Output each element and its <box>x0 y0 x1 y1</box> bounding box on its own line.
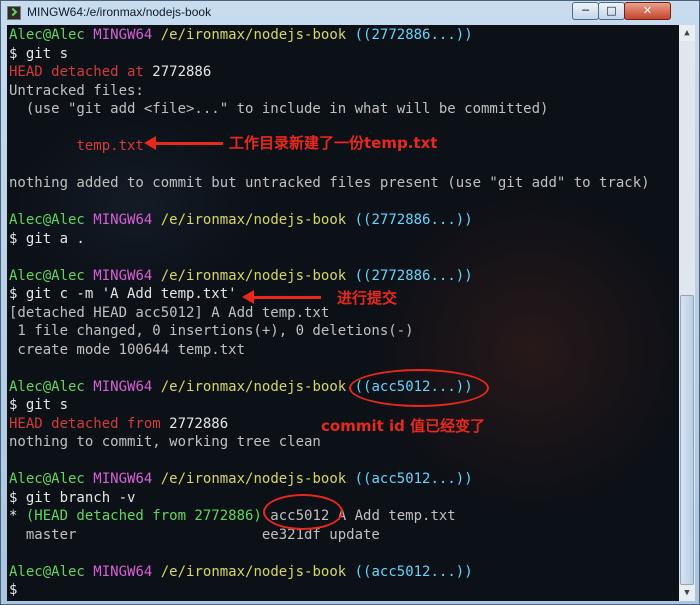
output-line: 1 file changed, 0 insertions(+), 0 delet… <box>9 322 650 341</box>
prompt-branch: ((acc5012...)) <box>354 563 473 580</box>
prompt-user: Alec@Alec <box>9 563 85 580</box>
current-branch-marker: * <box>9 508 26 524</box>
prompt-path: /e/ironmax/nodejs-book <box>160 27 347 43</box>
window-title: MINGW64:/e/ironmax/nodejs-book <box>27 5 212 19</box>
prompt-path: /e/ironmax/nodejs-book <box>160 378 347 395</box>
output-text: master ee321df update <box>9 526 380 543</box>
commit-hash: 2772886 <box>160 415 229 432</box>
prompt-branch: ((2772886...)) <box>354 267 473 284</box>
command-line: $ git a . <box>9 230 650 249</box>
annotation-arrow <box>144 136 223 150</box>
annotation-new-file: 工作目录新建了一份temp.txt <box>229 134 438 152</box>
commit-hash: 2772886 <box>143 64 212 80</box>
prompt-system: MINGW64 <box>93 212 153 228</box>
terminal-app-icon <box>7 6 21 20</box>
prompt-line: Alec@Alec MINGW64 /e/ironmax/nodejs-book… <box>9 470 650 489</box>
annotation-commit: 进行提交 <box>337 289 398 307</box>
command-line: $ git s <box>9 396 650 415</box>
prompt-path: /e/ironmax/nodejs-book <box>160 267 347 284</box>
annotation-arrow <box>242 290 321 304</box>
scroll-up-icon[interactable]: ▲ <box>679 25 695 41</box>
command-text: $ <box>9 582 26 598</box>
prompt-branch: ((2772886...)) <box>354 212 473 228</box>
prompt-system: MINGW64 <box>93 563 153 580</box>
prompt-path: /e/ironmax/nodejs-book <box>160 563 347 580</box>
output-text: nothing to commit, working tree clean <box>9 434 321 450</box>
close-button[interactable]: ✕ <box>624 2 671 20</box>
status-text: HEAD detached at <box>9 64 144 80</box>
prompt-line: Alec@Alec MINGW64 /e/ironmax/nodejs-book… <box>9 26 650 45</box>
output-line: nothing added to commit but untracked fi… <box>9 174 650 193</box>
command-text: $ git a . <box>9 230 85 247</box>
annotation-commit-id-changed: commit id 值已经变了 <box>321 417 486 435</box>
prompt-path: /e/ironmax/nodejs-book <box>160 212 347 228</box>
terminal-window: MINGW64:/e/ironmax/nodejs-book ─ □ ✕ Ale… <box>0 0 700 605</box>
prompt-user: Alec@Alec <box>9 471 85 487</box>
scroll-down-icon[interactable]: ▼ <box>679 585 695 601</box>
maximize-button[interactable]: □ <box>598 2 625 20</box>
current-branch-name: (HEAD detached from 2772886) <box>25 508 262 524</box>
prompt-system: MINGW64 <box>93 267 153 284</box>
prompt-line: Alec@Alec MINGW64 /e/ironmax/nodejs-book… <box>9 563 650 582</box>
prompt-user: Alec@Alec <box>9 212 85 228</box>
output-line: [detached HEAD acc5012] A Add temp.txt <box>9 304 650 323</box>
output-line: master ee321df update <box>9 526 650 545</box>
output-line: HEAD detached at 2772886 <box>9 63 650 82</box>
prompt-user: Alec@Alec <box>9 267 85 284</box>
vertical-scrollbar[interactable]: ▲ ▼ <box>679 25 695 601</box>
minimize-button[interactable]: ─ <box>572 2 599 20</box>
prompt-user: Alec@Alec <box>9 378 85 395</box>
command-text: $ git branch -v <box>9 489 136 506</box>
prompt-branch: ((acc5012...)) <box>354 471 473 487</box>
command-text: $ git s <box>9 397 69 413</box>
annotation-circle-branch <box>349 369 489 407</box>
prompt-system: MINGW64 <box>93 471 153 487</box>
prompt-system: MINGW64 <box>93 27 153 43</box>
output-text: (use "git add <file>..." to include in w… <box>9 101 549 117</box>
output-text: 1 file changed, 0 insertions(+), 0 delet… <box>9 323 414 339</box>
prompt-system: MINGW64 <box>93 378 153 395</box>
output-text: create mode 100644 temp.txt <box>9 341 246 358</box>
prompt-line: Alec@Alec MINGW64 /e/ironmax/nodejs-book… <box>9 267 650 286</box>
output-line: Untracked files: <box>9 82 650 101</box>
command-text: $ git c -m 'A Add temp.txt' <box>9 286 237 302</box>
prompt-branch: ((2772886...)) <box>354 27 473 43</box>
output-line: create mode 100644 temp.txt <box>9 341 650 360</box>
scrollbar-thumb[interactable] <box>680 295 694 585</box>
prompt-line: Alec@Alec MINGW64 /e/ironmax/nodejs-book… <box>9 211 650 230</box>
prompt-user: Alec@Alec <box>9 27 85 43</box>
command-line: $ git c -m 'A Add temp.txt' <box>9 285 650 304</box>
title-bar[interactable]: MINGW64:/e/ironmax/nodejs-book ─ □ ✕ <box>1 1 699 25</box>
prompt-path: /e/ironmax/nodejs-book <box>160 471 347 487</box>
output-text: [detached HEAD acc5012] A Add temp.txt <box>9 304 330 321</box>
output-text: Untracked files: <box>9 82 144 99</box>
command-text: $ git s <box>9 45 69 62</box>
status-text: HEAD detached from <box>9 415 161 432</box>
output-text: nothing added to commit but untracked fi… <box>9 175 650 191</box>
command-line: $ <box>9 581 650 600</box>
output-line: (use "git add <file>..." to include in w… <box>9 100 650 119</box>
command-line: $ git s <box>9 45 650 64</box>
annotation-circle-commit-id <box>263 494 343 530</box>
terminal-output[interactable]: Alec@Alec MINGW64 /e/ironmax/nodejs-book… <box>7 25 679 601</box>
prompt-line: Alec@Alec MINGW64 /e/ironmax/nodejs-book… <box>9 378 650 397</box>
untracked-file: temp.txt <box>9 138 144 154</box>
